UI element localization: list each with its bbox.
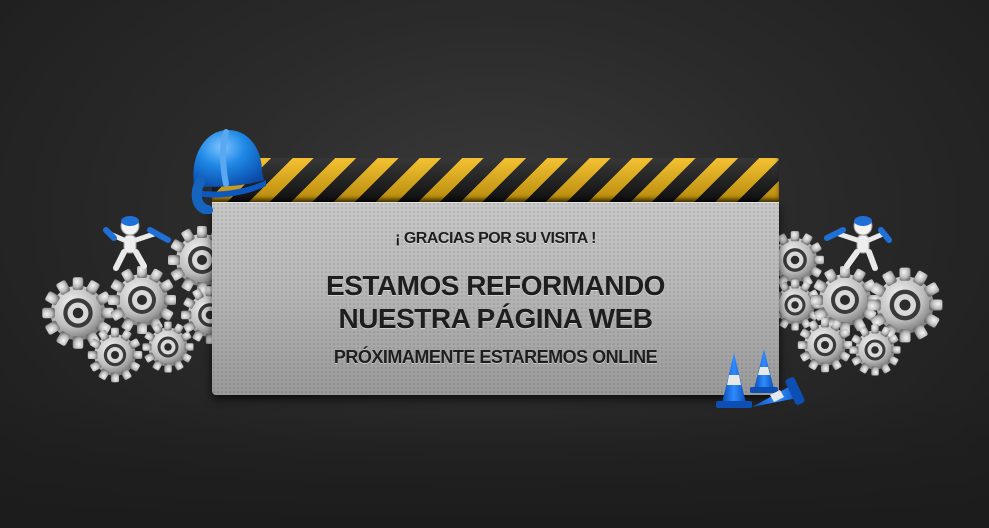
- headline-line1: ESTAMOS REFORMANDO: [326, 270, 665, 301]
- worker-figure-icon: [824, 216, 892, 271]
- traffic-cone-icon: [716, 349, 805, 408]
- headline-line2: NUESTRA PÁGINA WEB: [338, 303, 653, 334]
- online-soon-message: PRÓXIMAMENTE ESTAREMOS ONLINE: [333, 347, 658, 367]
- under-construction-scene: NUESTRA PÁGINA WEB PRÓXIMAMENTE ESTAREMO…: [0, 0, 989, 528]
- floor-reflection: NUESTRA PÁGINA WEB PRÓXIMAMENTE ESTAREMO…: [0, 396, 989, 528]
- reflection-fade: [0, 396, 989, 528]
- hard-hat-icon: [191, 129, 266, 214]
- hazard-stripe-bar: [212, 158, 779, 202]
- worker-figure-icon: [103, 216, 171, 271]
- thanks-message: ¡ GRACIAS POR SU VISITA !: [395, 230, 596, 247]
